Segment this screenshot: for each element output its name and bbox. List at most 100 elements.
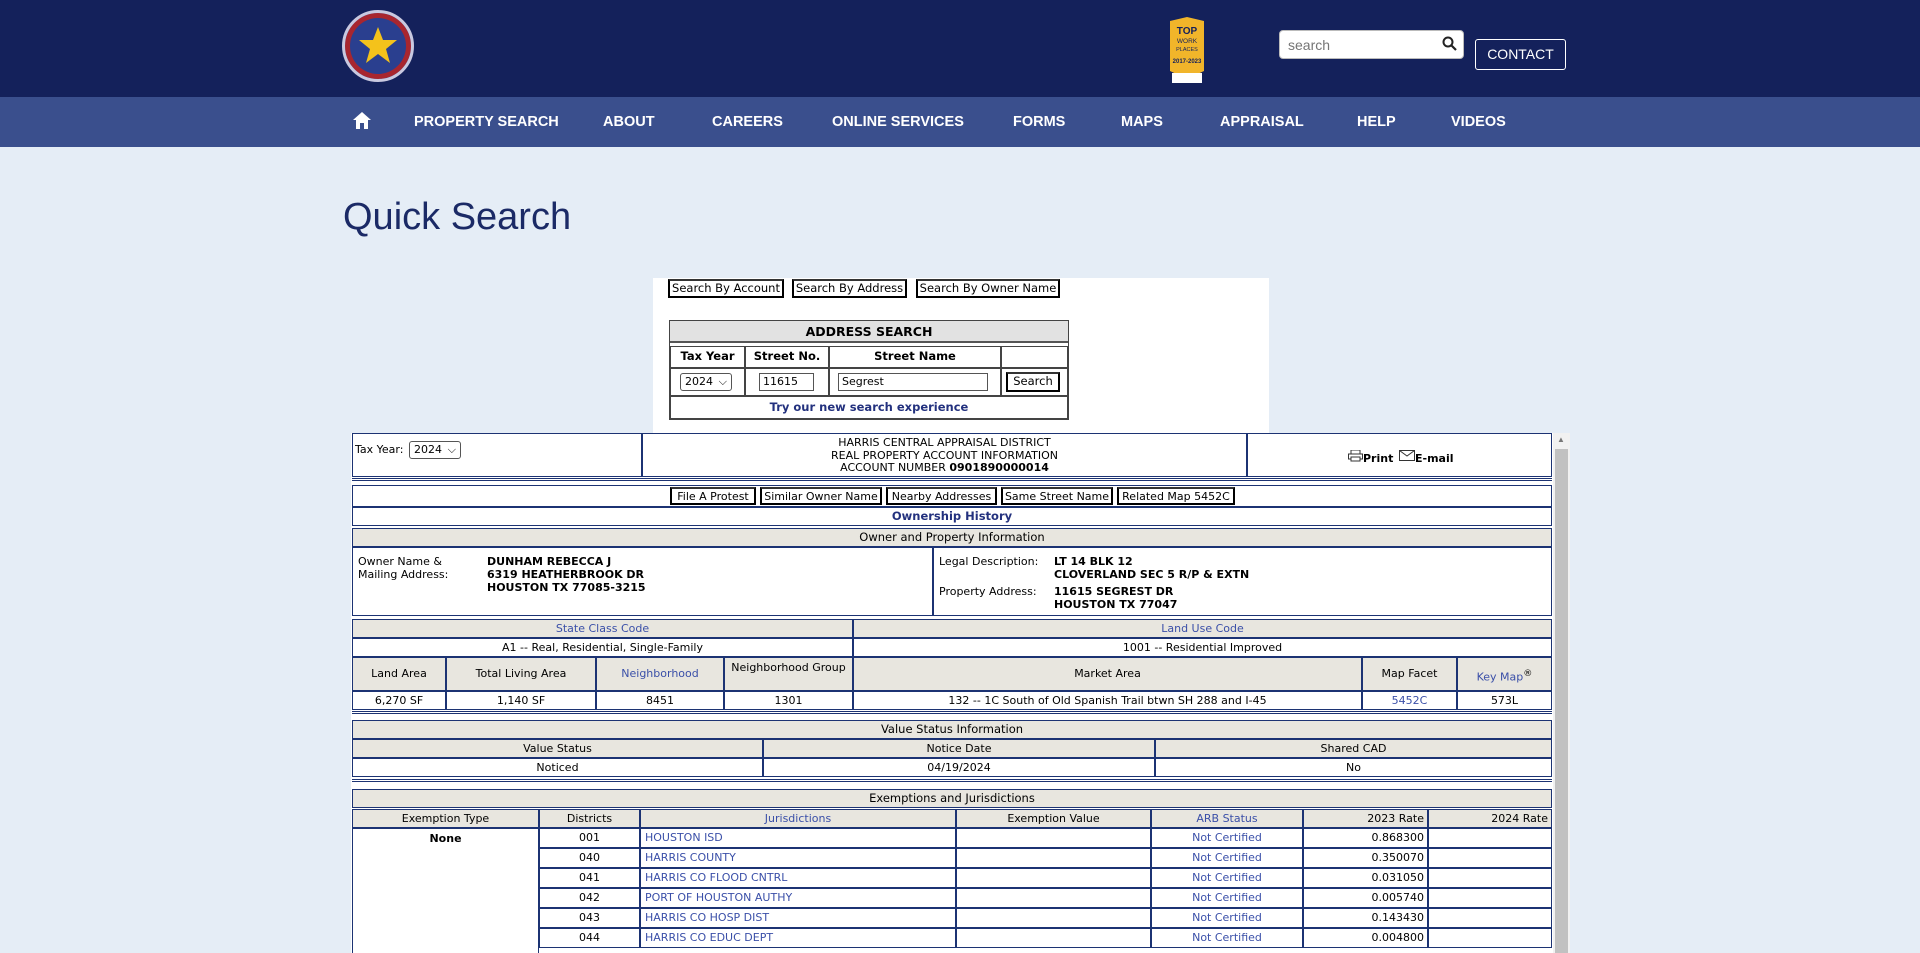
award-line-3: PLACES: [1176, 47, 1198, 53]
ownership-history-link[interactable]: Ownership History: [892, 509, 1012, 523]
rate-2024-cell: [1428, 848, 1552, 868]
col-street-name: Street Name: [829, 346, 1001, 368]
nav-online-services[interactable]: ONLINE SERVICES: [832, 97, 964, 147]
district: 041: [579, 871, 600, 884]
district-cell: 043: [539, 908, 640, 928]
map-facet-link[interactable]: 5452C: [1392, 694, 1428, 707]
total-living-area-value: 1,140 SF: [446, 691, 596, 710]
jurisdiction-name[interactable]: HARRIS COUNTY: [645, 851, 736, 864]
shared-cad-header: Shared CAD: [1155, 739, 1552, 758]
frame-scrollbar[interactable]: ▲: [1553, 433, 1570, 953]
jurisdiction-name-cell: PORT OF HOUSTON AUTHY: [640, 888, 956, 908]
land-use-link[interactable]: Land Use Code: [1161, 622, 1244, 635]
nav-forms[interactable]: FORMS: [1013, 97, 1065, 147]
site-search-input[interactable]: [1280, 31, 1430, 59]
value-status-title: Value Status Information: [352, 720, 1552, 739]
record-tax-year-select[interactable]: 2024 ⌵: [409, 441, 461, 459]
search-icon[interactable]: [1442, 36, 1457, 56]
map-facet-header: Map Facet: [1362, 657, 1457, 691]
exemptions-title: Exemptions and Jurisdictions: [352, 789, 1552, 808]
address-search-title: ADDRESS SEARCH: [670, 321, 1068, 343]
state-class-link[interactable]: State Class Code: [556, 622, 649, 635]
new-search-link[interactable]: Try our new search experience: [770, 400, 969, 414]
district-cell: 042: [539, 888, 640, 908]
tax-year-select[interactable]: 2024 ⌵: [680, 373, 732, 391]
rate-2023-cell: 0.031050: [1303, 868, 1428, 888]
notice-date-header: Notice Date: [763, 739, 1155, 758]
property-address-line-1: 11615 SEGREST DR: [1054, 585, 1174, 598]
rate-2024-cell: [1428, 868, 1552, 888]
rate-2023: 0.004800: [1371, 931, 1425, 944]
address-search-button[interactable]: Search: [1006, 372, 1060, 392]
scroll-up-icon[interactable]: ▲: [1557, 435, 1565, 444]
same-street-name-button[interactable]: Same Street Name: [1001, 487, 1113, 505]
key-map-value: 573L: [1457, 691, 1552, 710]
district-cell: 041: [539, 868, 640, 888]
col-blank: [1001, 346, 1068, 368]
similar-owner-name-button[interactable]: Similar Owner Name: [760, 487, 882, 505]
printer-icon: [1348, 449, 1363, 462]
award-line-2: WORK: [1177, 38, 1198, 45]
rate-2024-cell: [1428, 908, 1552, 928]
print-link[interactable]: Print: [1348, 449, 1393, 465]
search-by-account-button[interactable]: Search By Account: [668, 279, 784, 298]
nav-appraisal[interactable]: APPRAISAL: [1220, 97, 1304, 147]
key-map-header: Key Map®: [1457, 657, 1552, 691]
jurisdictions-link[interactable]: Jurisdictions: [765, 812, 831, 825]
nav-help[interactable]: HELP: [1357, 97, 1396, 147]
total-living-area-header: Total Living Area: [446, 657, 596, 691]
award-line-4: 2017-2023: [1173, 59, 1202, 65]
chevron-down-icon: ⌵: [447, 443, 456, 456]
rate-2023-cell: 0.143430: [1303, 908, 1428, 928]
state-class-header: State Class Code: [352, 619, 853, 638]
scroll-thumb[interactable]: [1555, 449, 1568, 953]
nav-careers[interactable]: CAREERS: [712, 97, 783, 147]
nav-property-search[interactable]: PROPERTY SEARCH: [414, 97, 559, 147]
hcad-logo[interactable]: [342, 10, 414, 82]
file-protest-button[interactable]: File A Protest: [670, 487, 756, 505]
district-cell: 040: [539, 848, 640, 868]
account-detail-frame: Tax Year: 2024 ⌵ HARRIS CENTRAL APPRAISAL…: [351, 433, 1570, 953]
jurisdiction-name[interactable]: HARRIS CO HOSP DIST: [645, 911, 769, 924]
contact-button[interactable]: CONTACT: [1475, 39, 1566, 70]
district: 042: [579, 891, 600, 904]
jurisdiction-name[interactable]: HARRIS CO FLOOD CNTRL: [645, 871, 787, 884]
email-link[interactable]: E-mail: [1399, 450, 1454, 465]
ownership-history-row: Ownership History: [352, 507, 1552, 526]
owner-name: DUNHAM REBECCA J: [487, 555, 612, 568]
record-tax-year-value: 2024: [414, 443, 442, 456]
arb-status-cell: Not Certified: [1151, 888, 1303, 908]
arb-status: Not Certified: [1192, 911, 1262, 924]
nearby-addresses-button[interactable]: Nearby Addresses: [886, 487, 997, 505]
jurisdiction-name[interactable]: PORT OF HOUSTON AUTHY: [645, 891, 792, 904]
owner-box: Owner Name & Mailing Address: DUNHAM REB…: [352, 547, 933, 616]
street-no-input[interactable]: 11615: [759, 373, 814, 391]
nav-maps[interactable]: MAPS: [1121, 97, 1163, 147]
arb-status: Not Certified: [1192, 851, 1262, 864]
home-icon[interactable]: [352, 111, 372, 135]
arb-status-link[interactable]: ARB Status: [1196, 812, 1257, 825]
col-tax-year: Tax Year: [670, 346, 745, 368]
address-search-form: ADDRESS SEARCH Tax Year Street No. Stree…: [669, 320, 1069, 420]
jurisdiction-name[interactable]: HARRIS CO EDUC DEPT: [645, 931, 773, 944]
account-label: ACCOUNT NUMBER: [840, 461, 946, 474]
rate-2023: 0.350070: [1371, 851, 1425, 864]
nav-about[interactable]: ABOUT: [603, 97, 655, 147]
tax-year-label: Tax Year:: [355, 443, 404, 456]
exemption-type-header: Exemption Type: [352, 809, 539, 828]
search-by-address-button[interactable]: Search By Address: [792, 279, 907, 298]
district: 001: [579, 831, 600, 844]
legal-label: Legal Description:: [939, 555, 1039, 568]
street-name-input[interactable]: Segrest: [838, 373, 988, 391]
exemption-value-cell: [956, 908, 1151, 928]
related-map-button[interactable]: Related Map 5452C: [1117, 487, 1235, 505]
jurisdiction-name-cell: HARRIS CO EDUC DEPT: [640, 928, 956, 948]
value-status-value: Noticed: [352, 758, 763, 777]
search-by-owner-name-button[interactable]: Search By Owner Name: [916, 279, 1060, 298]
nav-videos[interactable]: VIDEOS: [1451, 97, 1506, 147]
neighborhood-link[interactable]: Neighborhood: [621, 667, 698, 680]
jurisdiction-name[interactable]: HOUSTON ISD: [645, 831, 723, 844]
key-map-link[interactable]: Key Map: [1477, 671, 1524, 684]
district-title: HARRIS CENTRAL APPRAISAL DISTRICT: [838, 436, 1051, 449]
arb-status: Not Certified: [1192, 831, 1262, 844]
